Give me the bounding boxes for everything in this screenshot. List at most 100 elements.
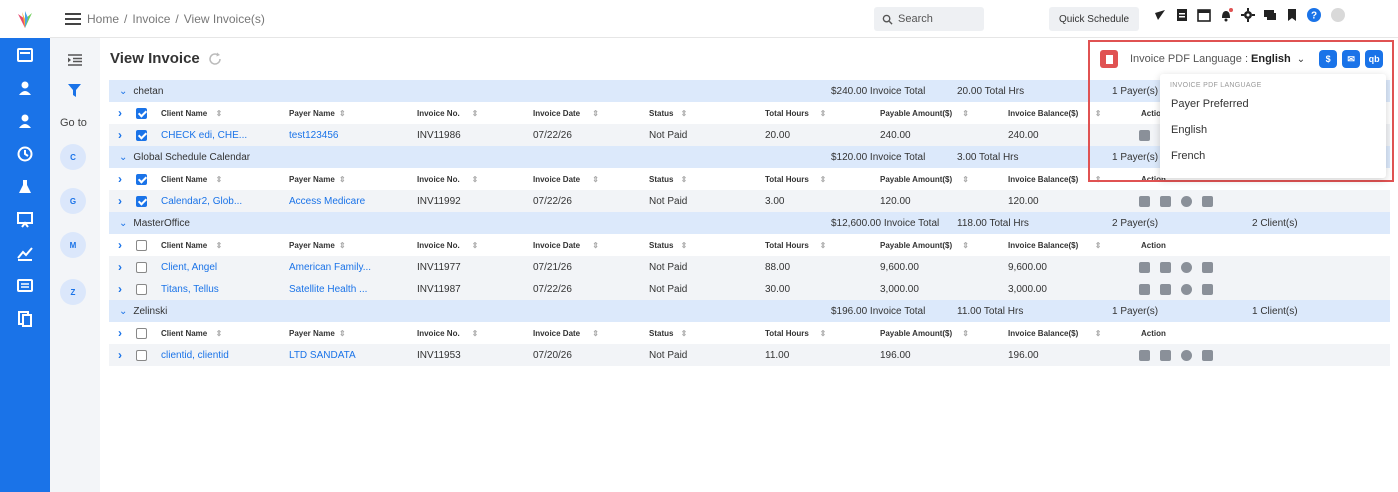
email-icon[interactable] xyxy=(1202,283,1213,295)
chevron-right-icon[interactable]: › xyxy=(118,260,122,274)
client-name-link[interactable]: Client, Angel xyxy=(161,262,217,273)
billing-nav-icon[interactable] xyxy=(0,269,50,302)
dollar-icon[interactable] xyxy=(1181,349,1192,361)
bookmark-icon[interactable] xyxy=(1285,8,1299,22)
column-header[interactable]: Invoice Date xyxy=(533,175,580,184)
column-header[interactable]: Payable Amount($) xyxy=(880,329,952,338)
client-nav-icon[interactable] xyxy=(0,71,50,104)
column-header[interactable]: Payer Name xyxy=(289,329,335,338)
column-header[interactable]: Status xyxy=(649,175,673,184)
delete-icon[interactable] xyxy=(1160,349,1171,361)
column-header[interactable]: Client Name xyxy=(161,241,207,250)
row-checkbox[interactable] xyxy=(136,349,147,361)
sort-icon[interactable]: ⇕ xyxy=(472,109,479,118)
chevron-down-icon[interactable]: ⌄ xyxy=(1297,54,1305,65)
breadcrumb-home[interactable]: Home xyxy=(87,12,119,26)
sort-icon[interactable]: ⇕ xyxy=(216,109,223,118)
sort-icon[interactable]: ⇕ xyxy=(592,109,599,118)
group-name[interactable]: ⌄ Global Schedule Calendar xyxy=(119,152,250,163)
sort-icon[interactable]: ⇕ xyxy=(681,329,688,338)
sort-icon[interactable]: ⇕ xyxy=(592,329,599,338)
pdf-button[interactable] xyxy=(1100,50,1118,68)
payer-name-link[interactable]: test123456 xyxy=(289,130,339,141)
column-header[interactable]: Invoice Date xyxy=(533,109,580,118)
delete-icon[interactable] xyxy=(1160,261,1171,273)
delete-icon[interactable] xyxy=(1160,283,1171,295)
column-header[interactable]: Payer Name xyxy=(289,109,335,118)
column-header[interactable]: Total Hours xyxy=(765,109,809,118)
notification-bell-icon[interactable] xyxy=(1219,8,1233,22)
table-row[interactable]: › Client, Angel American Family... INV11977… xyxy=(109,256,1390,278)
sort-icon[interactable]: ⇕ xyxy=(216,175,223,184)
payer-name-link[interactable]: LTD SANDATA xyxy=(289,350,356,361)
column-header[interactable]: Total Hours xyxy=(765,175,809,184)
row-checkbox[interactable] xyxy=(136,261,147,273)
column-header[interactable]: Client Name xyxy=(161,109,207,118)
sort-icon[interactable]: ⇕ xyxy=(681,109,688,118)
sort-icon[interactable]: ⇕ xyxy=(962,241,969,250)
edit-icon[interactable] xyxy=(1139,261,1150,273)
calendar-icon[interactable] xyxy=(1197,8,1211,22)
sort-icon[interactable]: ⇕ xyxy=(681,175,688,184)
sort-icon[interactable]: ⇕ xyxy=(962,175,969,184)
sort-icon[interactable]: ⇕ xyxy=(339,175,346,184)
clock-nav-icon[interactable] xyxy=(0,137,50,170)
pdf-language-select[interactable]: English xyxy=(1251,53,1291,65)
payer-name-link[interactable]: Access Medicare xyxy=(289,196,365,207)
gear-icon[interactable] xyxy=(1241,8,1255,22)
column-header[interactable]: Client Name xyxy=(161,329,207,338)
quickbooks-button-icon[interactable]: qb xyxy=(1365,50,1384,68)
sort-icon[interactable]: ⇕ xyxy=(339,329,346,338)
chevron-right-icon[interactable]: › xyxy=(118,282,122,296)
sort-icon[interactable]: ⇕ xyxy=(820,109,827,118)
column-header[interactable]: Invoice Date xyxy=(533,241,580,250)
email-icon[interactable] xyxy=(1202,349,1213,361)
select-all-checkbox[interactable] xyxy=(136,173,147,185)
dollar-icon[interactable] xyxy=(1181,195,1192,207)
column-header[interactable]: Invoice Date xyxy=(533,329,580,338)
row-checkbox[interactable] xyxy=(136,283,147,295)
collapse-icon[interactable] xyxy=(68,54,82,66)
chevron-right-icon[interactable]: › xyxy=(118,238,122,252)
select-all-checkbox[interactable] xyxy=(136,107,147,119)
chevron-right-icon[interactable]: › xyxy=(118,106,122,120)
column-header[interactable]: Invoice Balance($) xyxy=(1008,175,1078,184)
sort-icon[interactable]: ⇕ xyxy=(1095,329,1102,338)
column-header[interactable]: Invoice No. xyxy=(417,329,460,338)
select-all-checkbox[interactable] xyxy=(136,239,147,251)
sort-icon[interactable]: ⇕ xyxy=(472,241,479,250)
refresh-icon[interactable] xyxy=(208,52,222,66)
jump-letter-m[interactable]: M xyxy=(60,232,86,258)
sort-icon[interactable]: ⇕ xyxy=(962,109,969,118)
chevron-right-icon[interactable]: › xyxy=(118,194,122,208)
dollar-icon[interactable] xyxy=(1181,283,1192,295)
documents-nav-icon[interactable] xyxy=(0,302,50,335)
select-all-checkbox[interactable] xyxy=(136,327,147,339)
logo[interactable] xyxy=(0,0,50,38)
employee-nav-icon[interactable] xyxy=(0,104,50,137)
column-header[interactable]: Invoice Balance($) xyxy=(1008,329,1078,338)
column-header[interactable]: Invoice Balance($) xyxy=(1008,241,1078,250)
column-header[interactable]: Status xyxy=(649,241,673,250)
delete-icon[interactable] xyxy=(1160,195,1171,207)
group-name[interactable]: ⌄ chetan xyxy=(119,86,163,97)
option-english[interactable]: English xyxy=(1171,124,1207,136)
column-header[interactable]: Payer Name xyxy=(289,241,335,250)
sort-icon[interactable]: ⇕ xyxy=(1095,241,1102,250)
column-header[interactable]: Invoice No. xyxy=(417,109,460,118)
filter-icon[interactable] xyxy=(68,84,81,97)
chevron-right-icon[interactable]: › xyxy=(118,348,122,362)
reports-nav-icon[interactable] xyxy=(0,236,50,269)
dashboard-nav-icon[interactable] xyxy=(0,38,50,71)
email-icon[interactable] xyxy=(1202,195,1213,207)
column-header[interactable]: Payer Name xyxy=(289,175,335,184)
payer-name-link[interactable]: American Family... xyxy=(289,262,371,273)
column-header[interactable]: Invoice No. xyxy=(417,175,460,184)
document-icon[interactable] xyxy=(1175,8,1189,22)
jump-letter-g[interactable]: G xyxy=(60,188,86,214)
sort-icon[interactable]: ⇕ xyxy=(472,329,479,338)
client-name-link[interactable]: CHECK edi, CHE... xyxy=(161,130,247,141)
column-header[interactable]: Client Name xyxy=(161,175,207,184)
email-icon[interactable] xyxy=(1202,261,1213,273)
client-name-link[interactable]: Titans, Tellus xyxy=(161,284,219,295)
